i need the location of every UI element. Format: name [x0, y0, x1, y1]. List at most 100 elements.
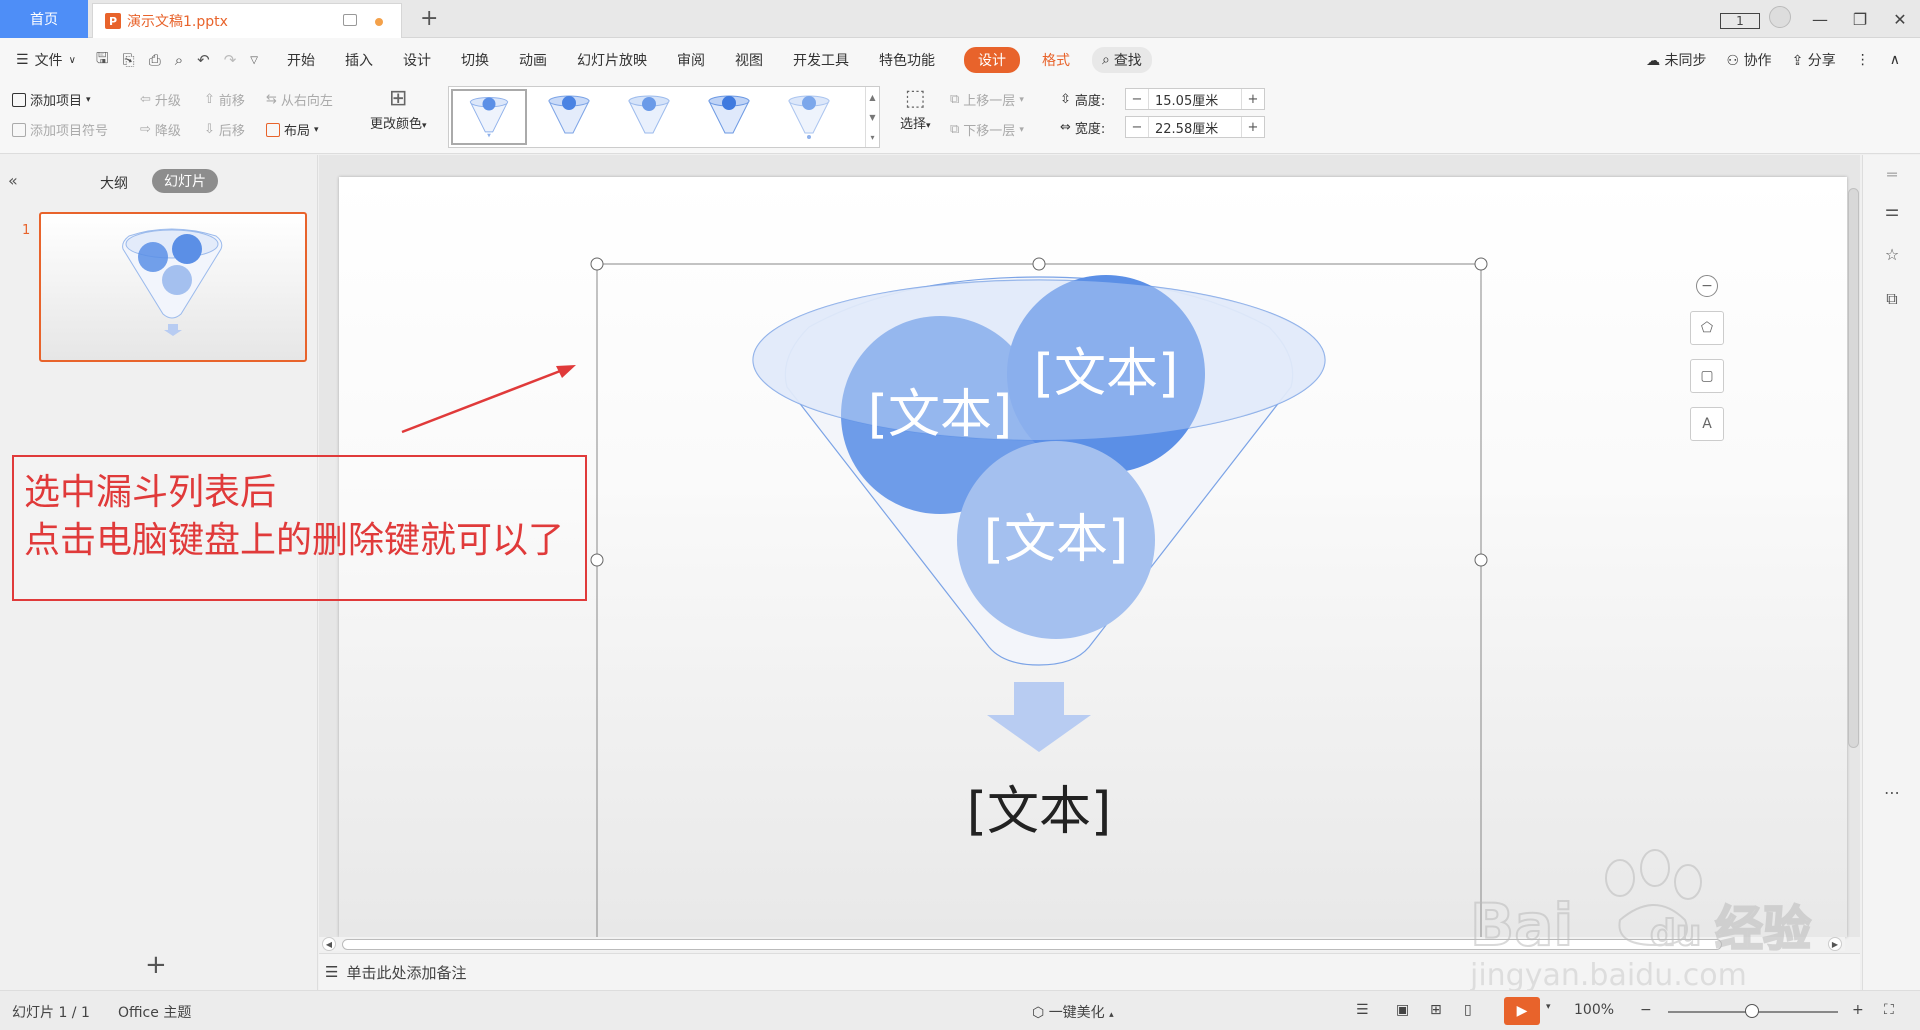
new-tab-button[interactable]: +: [420, 6, 438, 31]
avatar[interactable]: [1760, 6, 1800, 32]
page-indicator-icon[interactable]: 1: [1720, 10, 1760, 29]
export-icon[interactable]: ⎘: [123, 51, 135, 69]
change-color-button[interactable]: ⊞ 更改颜色▾: [370, 86, 427, 132]
text-format-icon[interactable]: A: [1690, 407, 1724, 441]
shape-style-icon[interactable]: ⬠: [1690, 311, 1724, 345]
slide-sorter-icon[interactable]: ⊞: [1430, 1002, 1442, 1018]
menu-developer[interactable]: 开发工具: [793, 50, 849, 70]
properties-icon[interactable]: ⚌: [1881, 201, 1903, 223]
resize-handle-right[interactable]: [1474, 553, 1488, 567]
minimize-icon[interactable]: —: [1800, 10, 1840, 29]
move-forward-button[interactable]: ⇧ 前移: [204, 90, 245, 109]
scroll-left-icon[interactable]: ◀: [322, 937, 336, 951]
save-icon[interactable]: 🖫: [96, 48, 109, 73]
tab-outline[interactable]: 大纲: [100, 173, 128, 193]
move-back-button[interactable]: ⇩ 后移: [204, 120, 245, 139]
zoom-out-icon[interactable]: −: [1640, 1002, 1652, 1018]
circle-bottom-text[interactable]: [文本]: [984, 510, 1129, 570]
document-tab[interactable]: P 演示文稿1.pptx: [92, 3, 402, 38]
style-thumb-2[interactable]: [531, 89, 607, 145]
tab-format[interactable]: 格式: [1042, 50, 1070, 70]
style-thumb-4[interactable]: [691, 89, 767, 145]
circle-right-text[interactable]: [文本]: [1034, 344, 1179, 404]
fit-window-icon[interactable]: ⛶: [1884, 1002, 1894, 1018]
layout-button[interactable]: 布局 ▾: [266, 120, 319, 139]
menu-special[interactable]: 特色功能: [879, 50, 935, 70]
collapse-float-icon[interactable]: −: [1696, 275, 1718, 297]
menu-insert[interactable]: 插入: [345, 50, 373, 70]
vertical-scroll-thumb[interactable]: [1848, 188, 1859, 748]
notes-toggle-icon[interactable]: ☰: [1356, 1002, 1369, 1018]
slide-thumbnail[interactable]: [39, 212, 307, 362]
collapse-ribbon-icon[interactable]: ∧: [1890, 52, 1900, 68]
redo-icon[interactable]: ↷: [224, 51, 237, 69]
file-menu[interactable]: ☰ 文件 ∨: [16, 50, 76, 70]
chevron-up-icon[interactable]: ▲: [869, 93, 875, 102]
style-thumb-1[interactable]: [451, 89, 527, 145]
resize-handle-top-right[interactable]: [1474, 257, 1488, 271]
height-value[interactable]: 15.05厘米: [1148, 89, 1242, 109]
tab-smartart-design[interactable]: 设计: [963, 47, 1020, 73]
play-dropdown-icon[interactable]: ▾: [1546, 1002, 1551, 1012]
sync-button[interactable]: ☁ 未同步: [1646, 50, 1706, 70]
home-tab[interactable]: 首页: [0, 0, 88, 38]
width-stepper[interactable]: − 22.58厘米 +: [1125, 116, 1265, 138]
play-slideshow-button[interactable]: ▶: [1504, 997, 1540, 1025]
height-decrement-button[interactable]: −: [1126, 92, 1148, 107]
transition-icon[interactable]: ⧉: [1881, 289, 1903, 311]
menu-review[interactable]: 审阅: [677, 50, 705, 70]
width-value[interactable]: 22.58厘米: [1148, 117, 1242, 137]
menu-slideshow[interactable]: 幻灯片放映: [577, 50, 647, 70]
width-decrement-button[interactable]: −: [1126, 120, 1148, 135]
scroll-right-icon[interactable]: ▶: [1828, 937, 1842, 951]
collab-button[interactable]: ⚇ 协作: [1727, 50, 1772, 70]
theme-name[interactable]: Office 主题: [118, 1002, 191, 1022]
collapse-pane-icon[interactable]: «: [8, 171, 18, 190]
add-bullet-button[interactable]: 添加项目符号: [12, 120, 108, 139]
reading-view-icon[interactable]: ▯: [1464, 1002, 1472, 1018]
beautify-button[interactable]: ⬡ 一键美化 ▴: [1032, 1002, 1114, 1022]
menu-transitions[interactable]: 切换: [461, 50, 489, 70]
resize-handle-left[interactable]: [590, 553, 604, 567]
add-slide-button[interactable]: +: [145, 950, 167, 980]
tab-slides[interactable]: 幻灯片: [152, 169, 218, 193]
vertical-scrollbar[interactable]: [1847, 180, 1860, 925]
outline-icon[interactable]: ▢: [1690, 359, 1724, 393]
promote-button[interactable]: ⇦ 升级: [140, 90, 181, 109]
send-backward-button[interactable]: ⧉ 下移一层 ▾: [950, 120, 1024, 139]
restore-icon[interactable]: ❐: [1840, 10, 1880, 29]
menu-view[interactable]: 视图: [735, 50, 763, 70]
select-button[interactable]: ⬚ 选择▾: [900, 86, 931, 132]
menu-home[interactable]: 开始: [287, 50, 315, 70]
print-preview-icon[interactable]: ⌕: [175, 51, 183, 69]
notes-placeholder[interactable]: 单击此处添加备注: [346, 962, 466, 983]
height-increment-button[interactable]: +: [1242, 92, 1264, 107]
circle-left-text[interactable]: [文本]: [868, 385, 1013, 445]
menu-design[interactable]: 设计: [403, 50, 431, 70]
resize-handle-top-left[interactable]: [590, 257, 604, 271]
window-mode-icon[interactable]: [343, 14, 357, 26]
bring-forward-button[interactable]: ⧉ 上移一层 ▾: [950, 90, 1024, 109]
demote-button[interactable]: ⇨ 降级: [140, 120, 181, 139]
height-stepper[interactable]: − 15.05厘米 +: [1125, 88, 1265, 110]
undo-icon[interactable]: ↶: [197, 51, 210, 69]
more-options-icon[interactable]: ⋯: [1881, 783, 1903, 805]
zoom-slider-knob[interactable]: [1745, 1004, 1759, 1018]
search-button[interactable]: ⌕ 查找: [1091, 47, 1152, 73]
bottom-text[interactable]: [文本]: [967, 782, 1112, 842]
resize-handle-top[interactable]: [1032, 257, 1046, 271]
print-icon[interactable]: ⎙: [149, 51, 161, 69]
zoom-in-icon[interactable]: +: [1852, 1002, 1864, 1018]
gallery-scroll[interactable]: ▲ ▼ ▾: [865, 87, 879, 147]
style-thumb-5[interactable]: [771, 89, 847, 145]
zoom-level[interactable]: 100%: [1574, 1002, 1614, 1018]
normal-view-icon[interactable]: ▣: [1396, 1002, 1409, 1018]
right-to-left-button[interactable]: ⇆ 从右向左: [266, 90, 333, 109]
share-button[interactable]: ⇪ 分享: [1792, 50, 1836, 70]
more-icon[interactable]: ⋮: [1856, 52, 1870, 68]
menu-animations[interactable]: 动画: [519, 50, 547, 70]
expand-gallery-icon[interactable]: ▾: [870, 133, 874, 142]
quick-access-dropdown-icon[interactable]: ▽: [250, 55, 258, 66]
add-item-button[interactable]: 添加项目 ▾: [12, 90, 91, 109]
width-increment-button[interactable]: +: [1242, 120, 1264, 135]
